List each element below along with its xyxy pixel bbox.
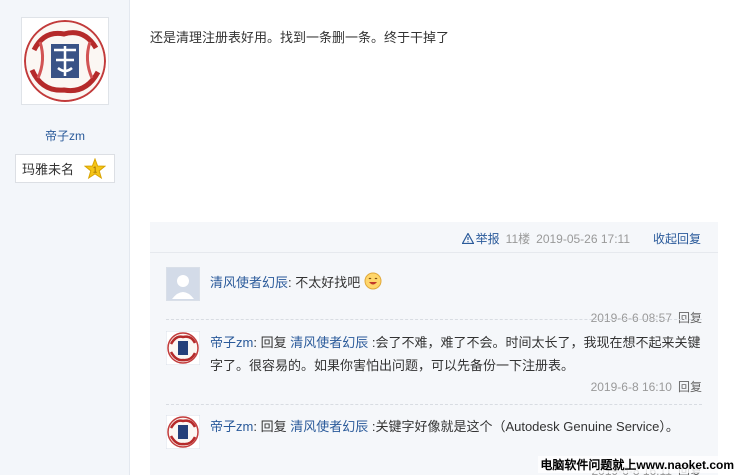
watermark: 电脑软件问题就上www.naoket.com xyxy=(538,456,736,473)
reply-content: :关键字好像就是这个（Autodesk Genuine Service）。 xyxy=(368,419,679,434)
report-link[interactable]: 举报 xyxy=(461,230,500,247)
reply-text: 帝子zm: 回复 清风使者幻辰 :关键字好像就是这个（Autodesk Genu… xyxy=(210,419,679,434)
collapse-replies-button[interactable]: 收起回复 xyxy=(653,230,701,247)
star-icon: 1 xyxy=(84,158,106,180)
avatar[interactable] xyxy=(166,331,200,365)
avatar[interactable] xyxy=(166,267,200,301)
reply-user[interactable]: 帝子zm xyxy=(210,335,253,350)
reply-content: 不太好找吧 xyxy=(295,275,361,290)
reply-target-user[interactable]: 清风使者幻辰 xyxy=(290,419,368,434)
reply-list: 清风使者幻辰: 不太好找吧 2019-6-6 08:57 回复 帝子zm: 回复 … xyxy=(150,252,718,475)
default-user-icon xyxy=(167,268,199,300)
svg-text:1: 1 xyxy=(93,166,98,175)
post-time: 2019-05-26 17:11 xyxy=(536,231,630,246)
level-title: 玛雅未名 xyxy=(22,162,75,177)
level-badge[interactable]: 玛雅未名 1 xyxy=(15,154,115,183)
floor-number: 11楼 xyxy=(505,232,531,246)
reply-button[interactable]: 回复 xyxy=(678,311,702,325)
report-label: 举报 xyxy=(475,232,500,246)
emperor-calligraphy-avatar-icon xyxy=(24,20,106,102)
post-content: 还是清理注册表好用。找到一条删一条。终于干掉了 xyxy=(150,30,450,45)
author-name[interactable]: 帝子zm xyxy=(0,127,130,144)
reply-divider xyxy=(166,319,702,320)
reply-text: 清风使者幻辰: 不太好找吧 xyxy=(210,271,702,294)
reply-text: 帝子zm: 回复 清风使者幻辰 :会了不难，难了不会。时间太长了，我现在想不起来… xyxy=(210,335,701,373)
post-tail: 举报 11楼 2019-05-26 17:11 收起回复 xyxy=(150,222,718,252)
author-sidebar: 帝子zm 玛雅未名 1 xyxy=(0,0,130,475)
reply-user[interactable]: 帝子zm xyxy=(210,419,253,434)
author-avatar[interactable] xyxy=(21,17,109,105)
reply-divider xyxy=(166,404,702,405)
reply-user[interactable]: 清风使者幻辰 xyxy=(210,275,288,290)
reply-button[interactable]: 回复 xyxy=(678,380,702,394)
reply-time: 2019-6-6 08:57 xyxy=(590,311,672,325)
reply-target-user[interactable]: 清风使者幻辰 xyxy=(290,335,368,350)
reply-time: 2019-6-8 16:10 xyxy=(590,380,672,394)
reply-meta: 2019-6-8 16:10 回复 xyxy=(591,378,702,395)
reply-meta: 2019-6-6 08:57 回复 xyxy=(591,309,702,326)
avatar[interactable] xyxy=(166,415,200,449)
warning-icon xyxy=(461,233,474,244)
post-meta: 举报 11楼 2019-05-26 17:11 xyxy=(461,230,630,247)
smiley-emoji-icon xyxy=(364,272,382,290)
